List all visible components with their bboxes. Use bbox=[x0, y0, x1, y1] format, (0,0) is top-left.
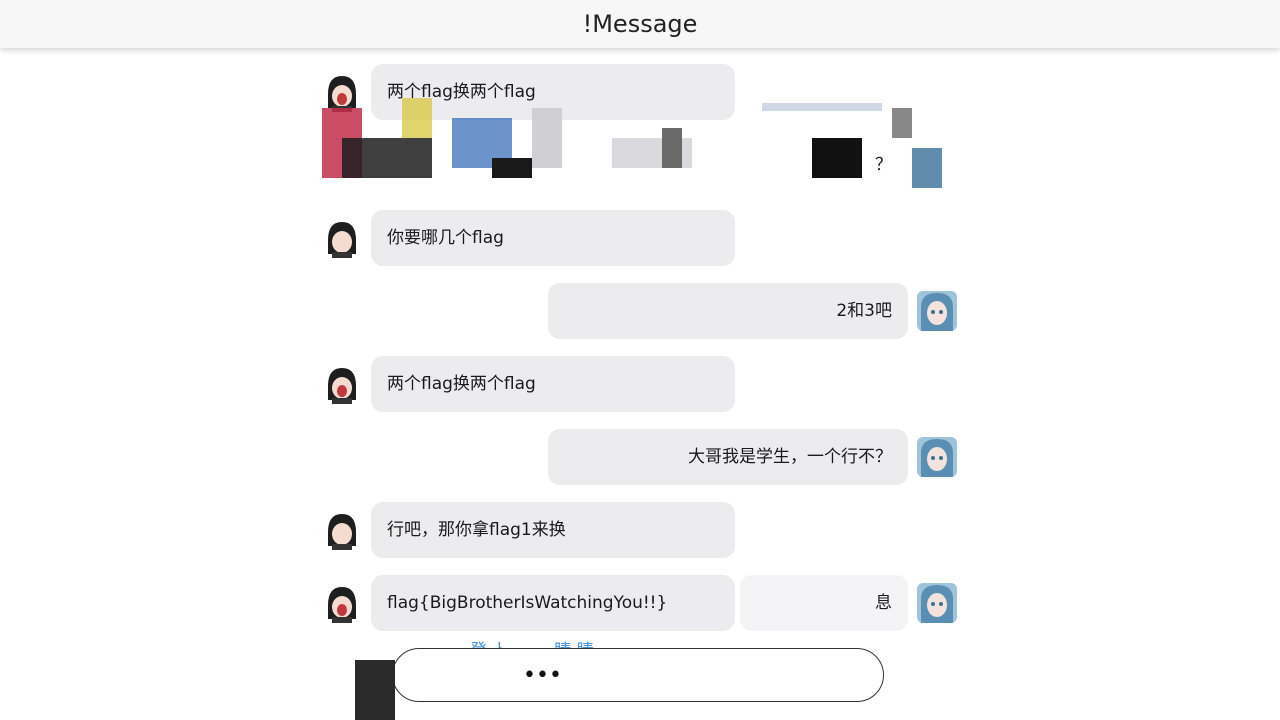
message-bubble: 你要哪几个flag bbox=[371, 210, 735, 266]
message-input[interactable]: ••• bbox=[392, 648, 884, 702]
user-avatar[interactable] bbox=[917, 437, 957, 477]
contact-avatar[interactable] bbox=[322, 510, 362, 550]
contact-avatar[interactable] bbox=[322, 218, 362, 258]
message-bubble: 两个flag换两个flag bbox=[371, 64, 735, 120]
message-bubble: ？ bbox=[875, 155, 892, 175]
contact-avatar[interactable] bbox=[322, 364, 362, 404]
user-avatar[interactable] bbox=[917, 583, 957, 623]
message-bubble: 行吧，那你拿flag1来换 bbox=[371, 502, 735, 558]
message-row: flag{BigBrotherIsWatchingYou!!} 息 bbox=[0, 575, 1280, 631]
message-bubble: 息 bbox=[740, 575, 908, 631]
message-row: ？ bbox=[0, 137, 1280, 193]
message-bubble: 大哥我是学生，一个行不？ bbox=[548, 429, 908, 485]
message-row: 两个flag换两个flag bbox=[0, 64, 1280, 120]
message-row: 大哥我是学生，一个行不？ bbox=[0, 429, 1280, 485]
message-row: 两个flag换两个flag bbox=[0, 356, 1280, 412]
user-avatar[interactable] bbox=[917, 291, 957, 331]
message-bubble: 2和3吧 bbox=[548, 283, 908, 339]
message-row: 行吧，那你拿flag1来换 bbox=[0, 502, 1280, 558]
flag-message-bubble: flag{BigBrotherIsWatchingYou!!} bbox=[371, 575, 735, 631]
title-bar: !Message bbox=[0, 0, 1280, 48]
contact-avatar[interactable] bbox=[322, 583, 362, 623]
message-input-value: ••• bbox=[523, 662, 562, 688]
app-title: !Message bbox=[582, 10, 698, 38]
message-row: 你要哪几个flag bbox=[0, 210, 1280, 266]
contact-avatar[interactable] bbox=[322, 72, 362, 112]
chat-area[interactable]: 两个flag换两个flag ？ 你要哪几个flag 2和3吧 两个flag换两个… bbox=[0, 48, 1280, 720]
message-row: 2和3吧 bbox=[0, 283, 1280, 339]
message-bubble: 两个flag换两个flag bbox=[371, 356, 735, 412]
